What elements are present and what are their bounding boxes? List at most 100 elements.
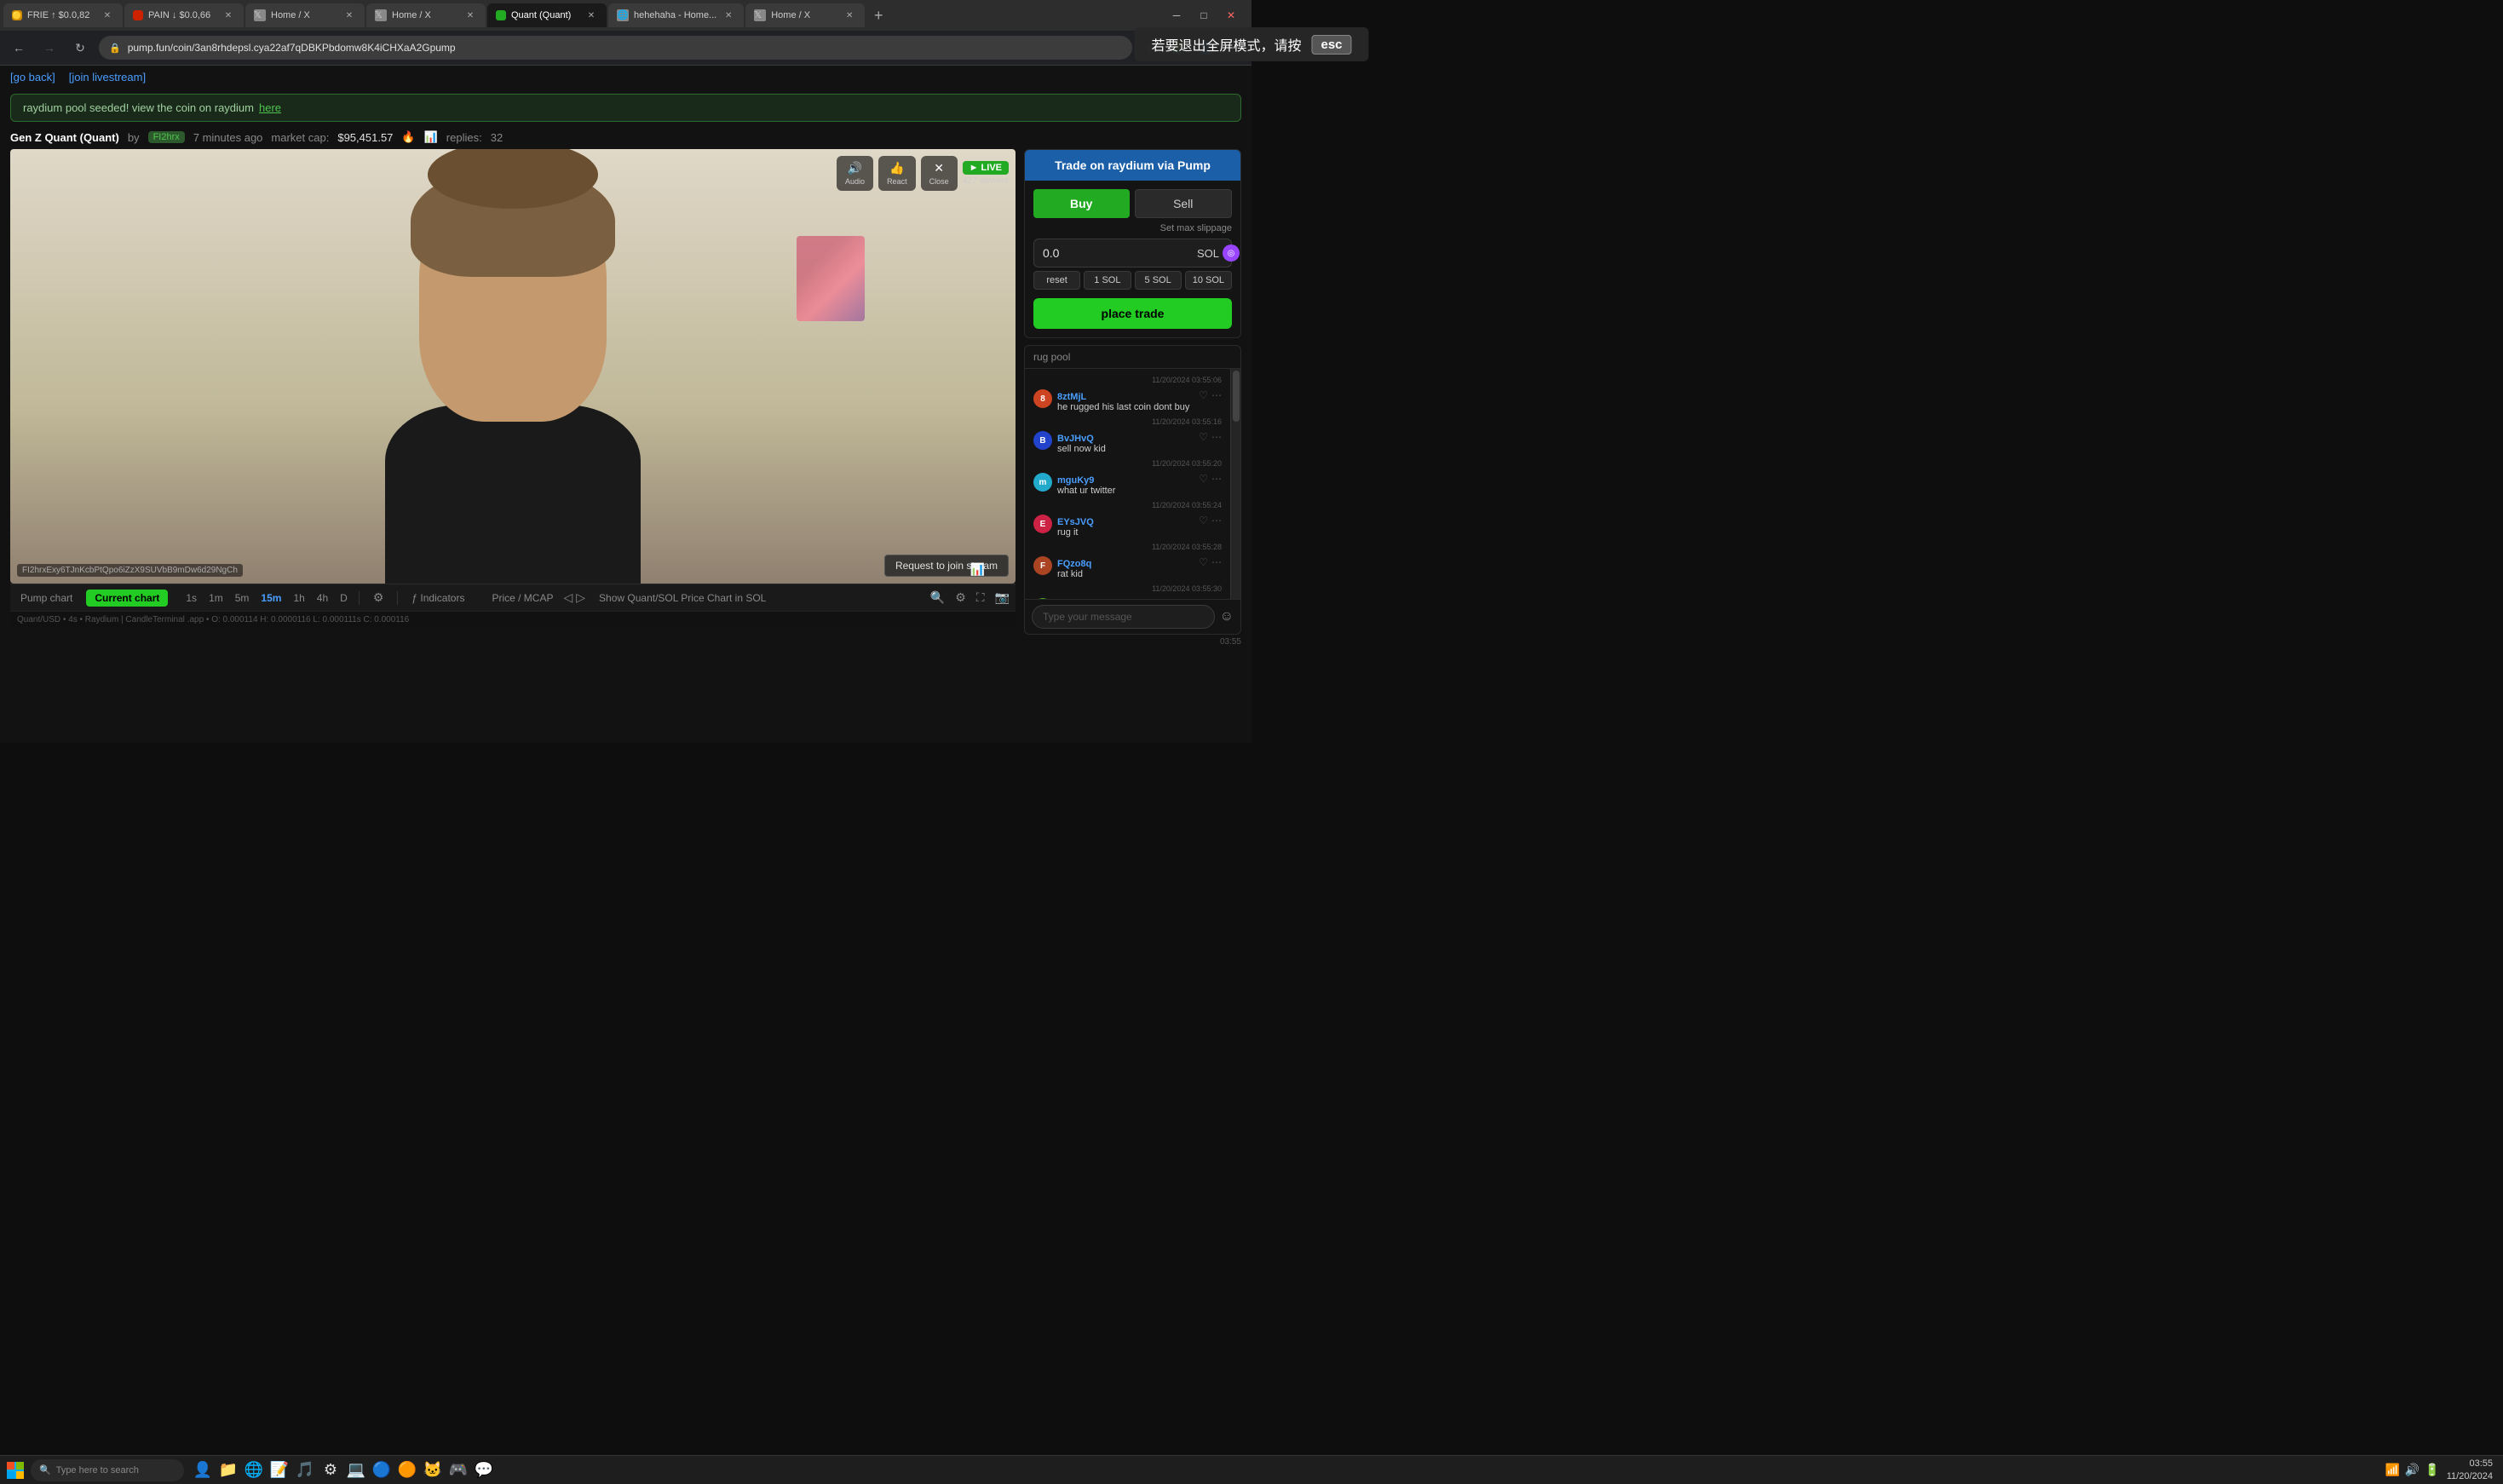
taskbar-app-file[interactable]: 📁	[216, 1458, 240, 1482]
tf-15m[interactable]: 15m	[256, 590, 285, 606]
tab-close-quant[interactable]: ✕	[584, 9, 598, 22]
username-1[interactable]: 8ztMjL	[1057, 392, 1086, 402]
tab-close-pain[interactable]: ✕	[222, 9, 235, 22]
username-3[interactable]: mguKy9	[1057, 475, 1094, 486]
new-tab-button[interactable]: +	[866, 3, 890, 27]
battery-icon[interactable]: 🔋	[2425, 1463, 2439, 1477]
tab-home2[interactable]: 𝕏 Home / X ✕	[366, 3, 486, 27]
indicators-btn[interactable]: ƒ Indicators	[405, 590, 471, 606]
pump-chart-tab[interactable]: Pump chart	[14, 590, 79, 607]
close-window-button[interactable]: ✕	[1221, 5, 1241, 26]
tab-close-home1[interactable]: ✕	[342, 9, 356, 22]
taskbar-app-11[interactable]: 💬	[472, 1458, 496, 1482]
wifi-icon[interactable]: 📶	[2385, 1463, 2399, 1477]
like-icon-5[interactable]: ♡	[1199, 556, 1208, 568]
show-chart-btn[interactable]: Show Quant/SOL Price Chart in SOL	[592, 590, 773, 606]
10sol-button[interactable]: 10 SOL	[1185, 271, 1232, 290]
arrow-right-icon[interactable]: ▷	[576, 590, 585, 605]
more-icon-5[interactable]: ⋯	[1211, 556, 1222, 568]
more-icon-1[interactable]: ⋯	[1211, 389, 1222, 401]
taskbar-app-2[interactable]: 🌐	[242, 1458, 266, 1482]
sol-input[interactable]	[1043, 246, 1197, 260]
taskbar-app-9[interactable]: 🐱	[421, 1458, 445, 1482]
5sol-button[interactable]: 5 SOL	[1135, 271, 1182, 290]
chart-toolbar: Pump chart Current chart 1s 1m 5m 15m 1h…	[10, 584, 1016, 611]
go-back-link[interactable]: [go back]	[10, 71, 55, 83]
fullscreen-message: 若要退出全屏模式，请按 esc	[1134, 27, 1368, 61]
stats-icon[interactable]: 📊	[970, 562, 985, 577]
settings-btn[interactable]: ⚙	[366, 589, 391, 607]
chat-input[interactable]	[1032, 605, 1215, 629]
tab-quant[interactable]: Quant (Quant) ✕	[487, 3, 607, 27]
like-icon-3[interactable]: ♡	[1199, 473, 1208, 485]
address-bar[interactable]: 🔒 pump.fun/coin/3an8rhdepsl.cya22af7qDBK…	[99, 36, 1132, 60]
tab-frie[interactable]: 🟡 FRIE ↑ $0.0,82 ✕	[3, 3, 123, 27]
taskbar-app-6[interactable]: 💻	[344, 1458, 368, 1482]
tf-4h[interactable]: 4h	[313, 590, 332, 606]
tf-d[interactable]: D	[336, 590, 352, 606]
window-controls: ─ □ ✕	[1166, 5, 1248, 26]
sound-icon[interactable]: 🔊	[2405, 1463, 2420, 1477]
search-chart-icon[interactable]: 🔍	[928, 588, 947, 607]
tf-5m[interactable]: 5m	[231, 590, 254, 606]
back-button[interactable]: ←	[7, 36, 31, 60]
tab-home3[interactable]: 𝕏 Home / X ✕	[745, 3, 865, 27]
close-stream-button[interactable]: ✕ Close	[921, 156, 958, 191]
chart-settings-icon[interactable]: ⚙	[952, 588, 969, 607]
taskbar-app-1[interactable]: 👤	[191, 1458, 215, 1482]
browser-chrome: 🟡 FRIE ↑ $0.0,82 ✕ PAIN ↓ $0.0,66 ✕ 𝕏 Ho…	[0, 0, 1252, 66]
maximize-button[interactable]: □	[1194, 5, 1214, 26]
start-button[interactable]	[3, 1458, 27, 1482]
username-4[interactable]: EYsJVQ	[1057, 517, 1094, 527]
more-icon-3[interactable]: ⋯	[1211, 473, 1222, 485]
taskbar-app-3[interactable]: 📝	[268, 1458, 291, 1482]
tab-close-home2[interactable]: ✕	[463, 9, 477, 22]
tf-1s[interactable]: 1s	[181, 590, 201, 606]
chat-panel: rug pool 11/20/2024 03:55:06 8 8ztMjL he…	[1024, 345, 1241, 635]
tf-1h[interactable]: 1h	[289, 590, 308, 606]
1sol-button[interactable]: 1 SOL	[1084, 271, 1131, 290]
tf-1m[interactable]: 1m	[204, 590, 227, 606]
reload-button[interactable]: ↻	[68, 36, 92, 60]
more-icon-4[interactable]: ⋯	[1211, 515, 1222, 526]
taskbar-time-display[interactable]: 03:55 11/20/2024	[2447, 1458, 2493, 1482]
forward-button[interactable]: →	[37, 36, 61, 60]
taskbar-app-7[interactable]: 🔵	[370, 1458, 394, 1482]
emoji-button[interactable]: ☺	[1220, 609, 1234, 624]
more-icon-2[interactable]: ⋯	[1211, 431, 1222, 443]
join-stream-button[interactable]: Request to join stream	[884, 555, 1009, 577]
tab-close-frie[interactable]: ✕	[101, 9, 114, 22]
tab-close-home3[interactable]: ✕	[843, 9, 856, 22]
join-livestream-link[interactable]: [join livestream]	[69, 71, 146, 83]
taskbar-app-10[interactable]: 🎮	[446, 1458, 470, 1482]
taskbar-app-8[interactable]: 🟠	[395, 1458, 419, 1482]
place-trade-button[interactable]: place trade	[1033, 298, 1232, 329]
taskbar-search[interactable]: 🔍 Type here to search	[31, 1459, 184, 1481]
current-chart-tab[interactable]: Current chart	[86, 590, 168, 607]
sell-button[interactable]: Sell	[1135, 189, 1233, 218]
taskbar-app-5[interactable]: ⚙	[319, 1458, 342, 1482]
raydium-link[interactable]: here	[259, 101, 281, 114]
chat-scrollbar[interactable]	[1230, 369, 1240, 599]
tab-title-quant: Quant (Quant)	[511, 10, 579, 20]
tab-hehe[interactable]: 🌐 hehehaha - Home... ✕	[608, 3, 744, 27]
like-icon-4[interactable]: ♡	[1199, 515, 1208, 526]
tab-close-hehe[interactable]: ✕	[722, 9, 735, 22]
slippage-row[interactable]: Set max slippage	[1025, 218, 1240, 235]
taskbar-app-4[interactable]: 🎵	[293, 1458, 317, 1482]
audio-button[interactable]: 🔊 Audio	[837, 156, 873, 191]
reset-button[interactable]: reset	[1033, 271, 1080, 290]
camera-chart-icon[interactable]: 📷	[993, 588, 1012, 607]
username-5[interactable]: FQzo8q	[1057, 559, 1091, 569]
react-button[interactable]: 👍 React	[878, 156, 916, 191]
like-icon-2[interactable]: ♡	[1199, 431, 1208, 443]
like-icon-1[interactable]: ♡	[1199, 389, 1208, 401]
minimize-button[interactable]: ─	[1166, 5, 1187, 26]
buy-button[interactable]: Buy	[1033, 189, 1130, 218]
username-2[interactable]: BvJHvQ	[1057, 434, 1094, 444]
fullscreen-chart-icon[interactable]: ⛶	[974, 588, 987, 607]
tab-home1[interactable]: 𝕏 Home / X ✕	[245, 3, 365, 27]
tab-pain[interactable]: PAIN ↓ $0.0,66 ✕	[124, 3, 244, 27]
arrow-left-icon[interactable]: ◁	[563, 590, 573, 605]
coin-creator-badge[interactable]: FI2hrx	[148, 131, 185, 143]
